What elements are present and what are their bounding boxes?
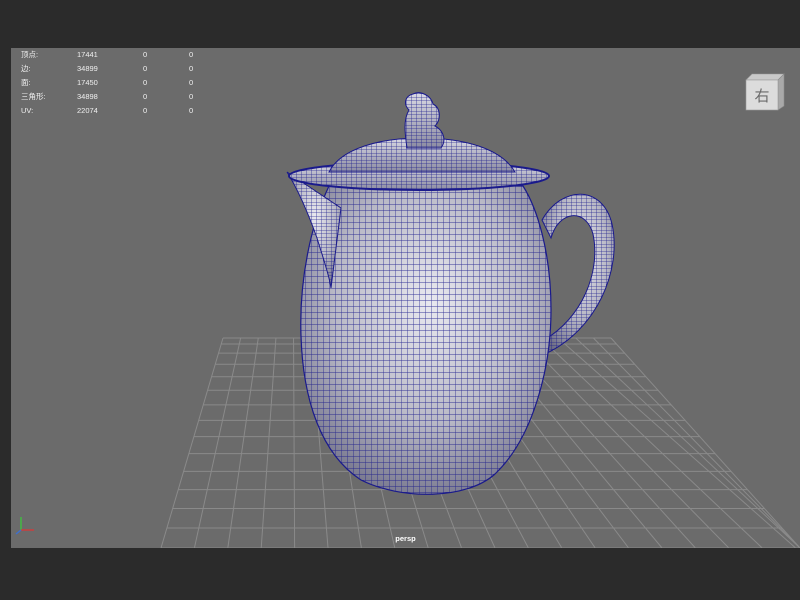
grid-line — [160, 337, 224, 548]
hud-extra: 0 — [189, 64, 194, 73]
hud-total: 22074 — [77, 106, 98, 115]
hud-total: 34898 — [77, 92, 98, 101]
hud-total: 34899 — [77, 64, 98, 73]
hud-label: 边: — [21, 64, 31, 73]
hud-extra: 0 — [189, 78, 194, 87]
hud-total: 17450 — [77, 78, 98, 87]
hud-extra: 0 — [189, 50, 194, 59]
hud-row: 边: 34899 0 0 — [21, 62, 221, 76]
view-cube-icon[interactable]: 右 — [744, 72, 786, 112]
hud-extra: 0 — [189, 106, 194, 115]
hud-extra: 0 — [189, 92, 194, 101]
grid-line — [557, 337, 796, 548]
camera-name-label: persp — [395, 534, 416, 543]
grid-line — [293, 337, 296, 548]
hud-selected: 0 — [143, 50, 148, 59]
hud-label: 顶点: — [21, 50, 39, 59]
grid-line — [227, 337, 259, 548]
perspective-viewport[interactable]: 顶点: 17441 0 0 边: 34899 0 0 面: 17450 0 0 三角形: 34898 0 0 U… — [11, 48, 800, 548]
hud-label: 面: — [21, 78, 31, 87]
hud-selected: 0 — [143, 78, 148, 87]
hud-selected: 0 — [143, 106, 148, 115]
grid-line — [522, 337, 730, 548]
grid-line — [575, 337, 800, 548]
hud-total: 17441 — [77, 50, 98, 59]
teapot-wireframe-mesh[interactable] — [286, 92, 615, 495]
teapot-lid-knob-mesh — [405, 92, 444, 148]
hud-selected: 0 — [143, 92, 148, 101]
grid-line — [260, 337, 277, 548]
viewport-scene[interactable] — [11, 48, 800, 548]
grid-line — [593, 337, 800, 548]
hud-row: UV: 22074 0 0 — [21, 104, 221, 118]
hud-selected: 0 — [143, 64, 148, 73]
heads-up-poly-count: 顶点: 17441 0 0 边: 34899 0 0 面: 17450 0 0 三角形: 34898 0 0 U… — [21, 48, 221, 118]
hud-row: 面: 17450 0 0 — [21, 76, 221, 90]
hud-row: 三角形: 34898 0 0 — [21, 90, 221, 104]
hud-label: 三角形: — [21, 92, 46, 101]
grid-line — [610, 337, 800, 548]
hud-row: 顶点: 17441 0 0 — [21, 48, 221, 62]
axis-gizmo-icon — [15, 517, 34, 535]
teapot-handle-mesh — [542, 194, 615, 354]
grid-line — [193, 337, 242, 548]
view-cube-face-label: 右 — [754, 87, 769, 105]
hud-label: UV: — [21, 106, 34, 115]
